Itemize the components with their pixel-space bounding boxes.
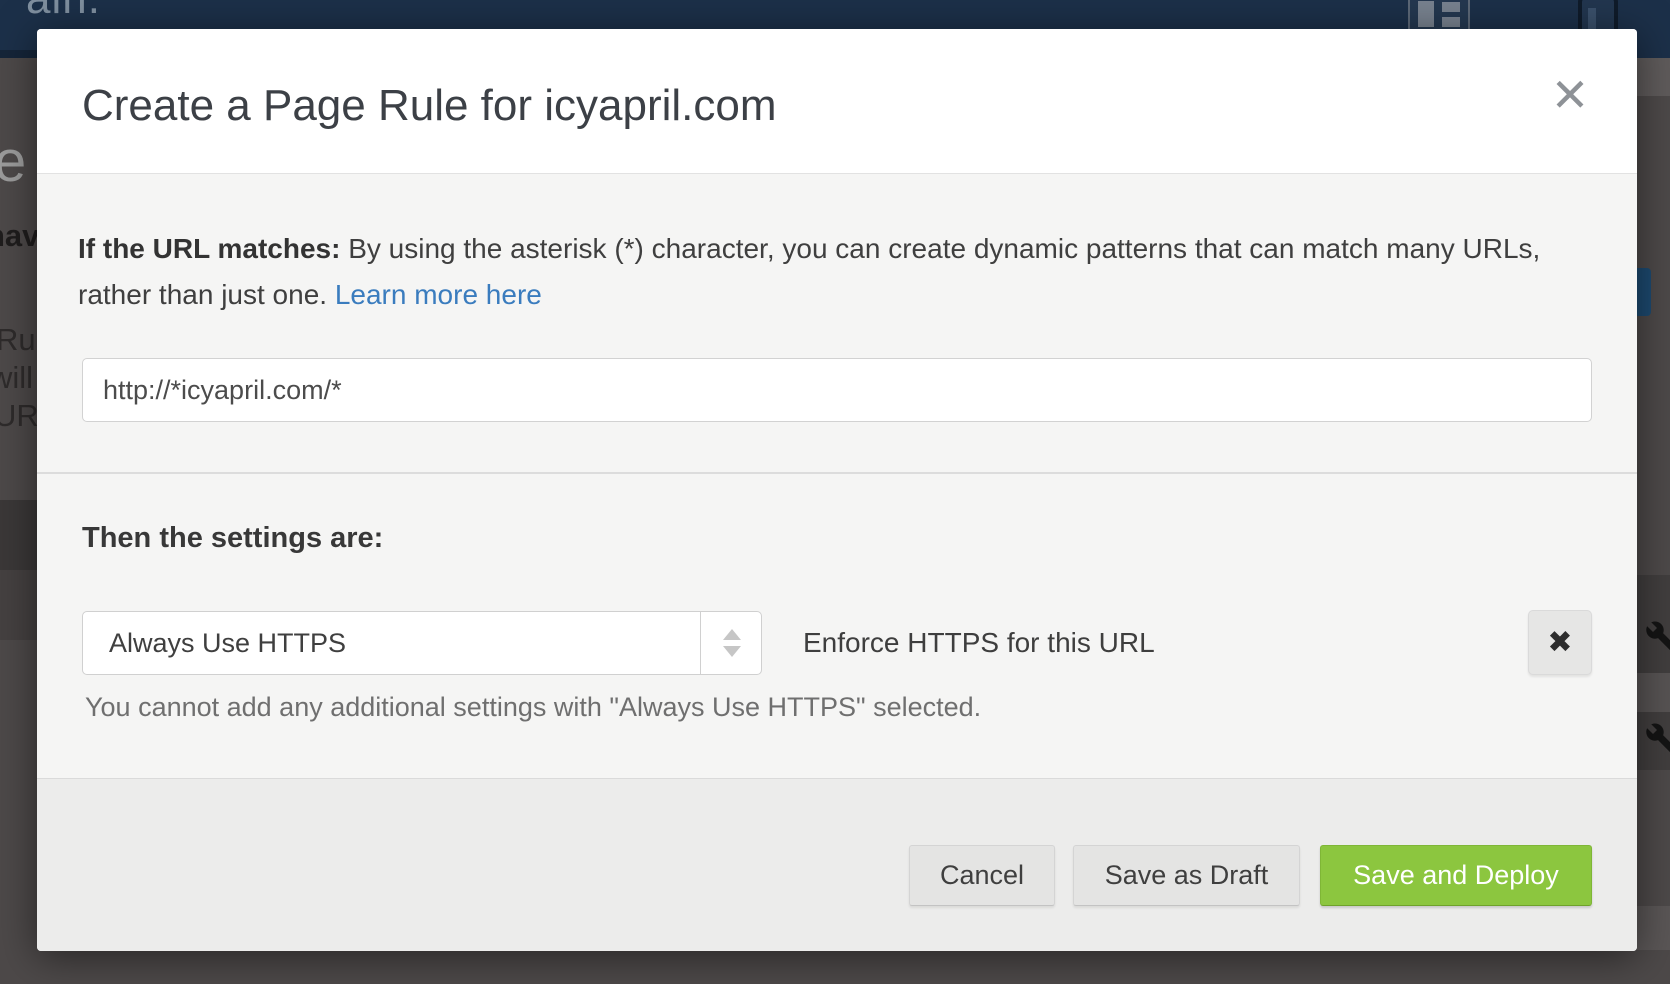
- background-blue-button-fragment: [1637, 268, 1651, 316]
- cancel-button[interactable]: Cancel: [909, 845, 1055, 906]
- section-divider: [37, 472, 1637, 474]
- background-table-row-fragment: [0, 570, 37, 640]
- background-row-divider-fragment: [1637, 673, 1670, 712]
- save-as-draft-button[interactable]: Save as Draft: [1073, 845, 1300, 906]
- modal-title: Create a Page Rule for icyapril.com: [82, 81, 777, 131]
- background-letter-fragment: e: [0, 128, 26, 195]
- background-band-fragment: [1637, 906, 1670, 950]
- background-left-fragments: e nav Ru will UR: [0, 58, 37, 984]
- background-text-fragment: UR: [0, 398, 39, 434]
- background-bold-text-fragment: nav: [0, 218, 39, 254]
- save-and-deploy-button[interactable]: Save and Deploy: [1320, 845, 1592, 906]
- background-text-fragment: will: [0, 360, 33, 396]
- wrench-icon: [1645, 620, 1670, 652]
- chevron-down-icon: [723, 646, 741, 657]
- create-page-rule-modal: Create a Page Rule for icyapril.com ✕ If…: [37, 29, 1637, 951]
- close-icon[interactable]: ✕: [1535, 63, 1605, 127]
- learn-more-link[interactable]: Learn more here: [335, 279, 542, 310]
- select-stepper-icon[interactable]: [700, 612, 761, 674]
- setting-note: You cannot add any additional settings w…: [85, 692, 981, 723]
- modal-body: If the URL matches: By using the asteris…: [37, 174, 1637, 778]
- modal-header: Create a Page Rule for icyapril.com ✕: [37, 29, 1637, 174]
- url-pattern-input[interactable]: [82, 358, 1592, 422]
- settings-heading: Then the settings are:: [82, 522, 383, 555]
- remove-setting-button[interactable]: ✖: [1528, 610, 1592, 675]
- background-band-fragment: [1637, 58, 1670, 96]
- chevron-up-icon: [723, 629, 741, 640]
- background-text-fragment: Ru: [0, 322, 36, 358]
- background-right-fragments: [1637, 0, 1670, 984]
- modal-footer: Cancel Save as Draft Save and Deploy: [37, 778, 1637, 951]
- topbar-text-fragment: ain.: [26, 0, 101, 24]
- setting-select[interactable]: Always Use HTTPS: [82, 611, 762, 675]
- url-match-description: If the URL matches: By using the asteris…: [78, 226, 1548, 318]
- background-table-header-fragment: [0, 500, 37, 570]
- setting-select-value: Always Use HTTPS: [109, 612, 346, 674]
- background-topbar-fragment: [1637, 0, 1670, 58]
- page-overlay: ain. e nav Ru will UR Create a Page Ru: [0, 0, 1670, 984]
- url-match-lead: If the URL matches:: [78, 233, 340, 264]
- setting-description: Enforce HTTPS for this URL: [803, 611, 1155, 675]
- wrench-icon: [1645, 722, 1670, 754]
